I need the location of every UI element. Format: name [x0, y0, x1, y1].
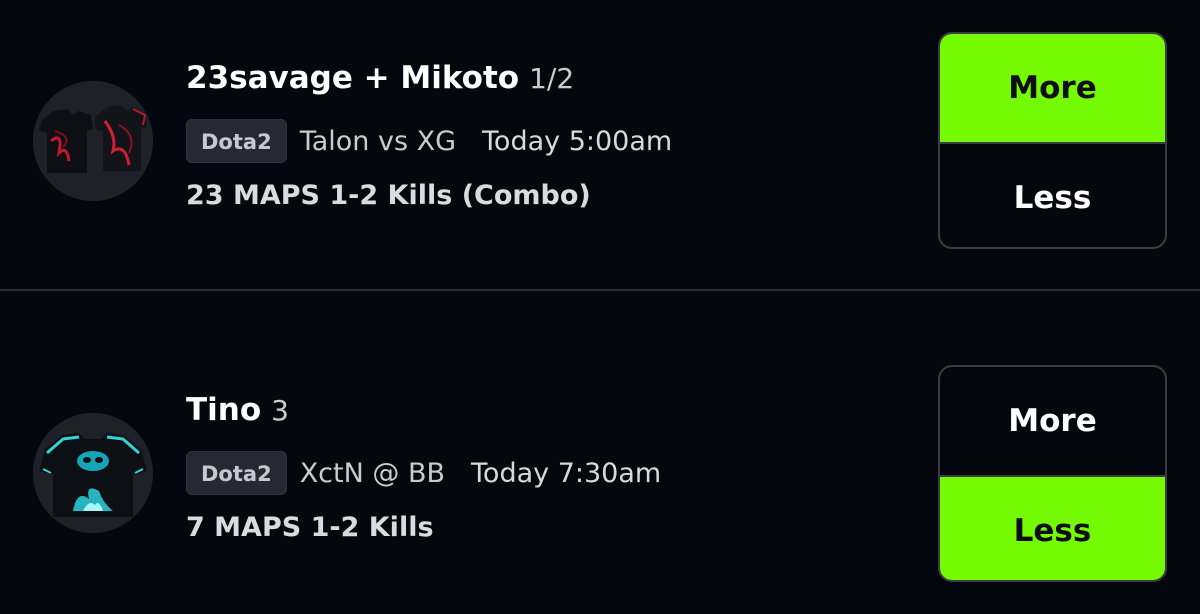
- meta-row: Dota2 XctN @ BB Today 7:30am: [186, 450, 661, 496]
- more-button[interactable]: More: [940, 34, 1165, 144]
- start-time: Today 5:00am: [482, 125, 673, 157]
- less-button[interactable]: Less: [940, 144, 1165, 247]
- jersey-cyan-icon: [33, 413, 153, 533]
- player-name: Tino: [186, 392, 262, 428]
- jersey-red-icon: [33, 81, 153, 201]
- pick-info: 23savage + Mikoto 1/2 Dota2 Talon vs XG …: [186, 60, 672, 216]
- more-less-toggle: More Less: [938, 32, 1167, 249]
- game-badge: Dota2: [186, 119, 287, 163]
- more-less-toggle: More Less: [938, 365, 1167, 582]
- start-time: Today 7:30am: [471, 457, 662, 489]
- player-count: 1/2: [529, 62, 575, 95]
- title-row: 23savage + Mikoto 1/2: [186, 60, 672, 106]
- meta-row: Dota2 Talon vs XG Today 5:00am: [186, 118, 672, 164]
- game-badge: Dota2: [186, 451, 287, 495]
- pick-card: Tino 3 Dota2 XctN @ BB Today 7:30am 7 MA…: [0, 291, 1200, 614]
- title-row: Tino 3: [186, 392, 661, 438]
- player-avatar: [33, 413, 153, 533]
- player-avatar: [33, 81, 153, 201]
- pick-info: Tino 3 Dota2 XctN @ BB Today 7:30am 7 MA…: [186, 392, 661, 548]
- stat-line: 23 MAPS 1-2 Kills (Combo): [186, 180, 591, 211]
- pick-card: 23savage + Mikoto 1/2 Dota2 Talon vs XG …: [0, 0, 1200, 289]
- stat-line: 7 MAPS 1-2 Kills: [186, 512, 434, 543]
- player-name: 23savage + Mikoto: [186, 60, 520, 96]
- less-button[interactable]: Less: [940, 477, 1165, 580]
- pick-list: 23savage + Mikoto 1/2 Dota2 Talon vs XG …: [0, 0, 1200, 614]
- matchup-text: Talon vs XG: [299, 125, 457, 157]
- player-count: 3: [271, 394, 289, 427]
- more-button[interactable]: More: [940, 367, 1165, 477]
- matchup-text: XctN @ BB: [299, 457, 446, 489]
